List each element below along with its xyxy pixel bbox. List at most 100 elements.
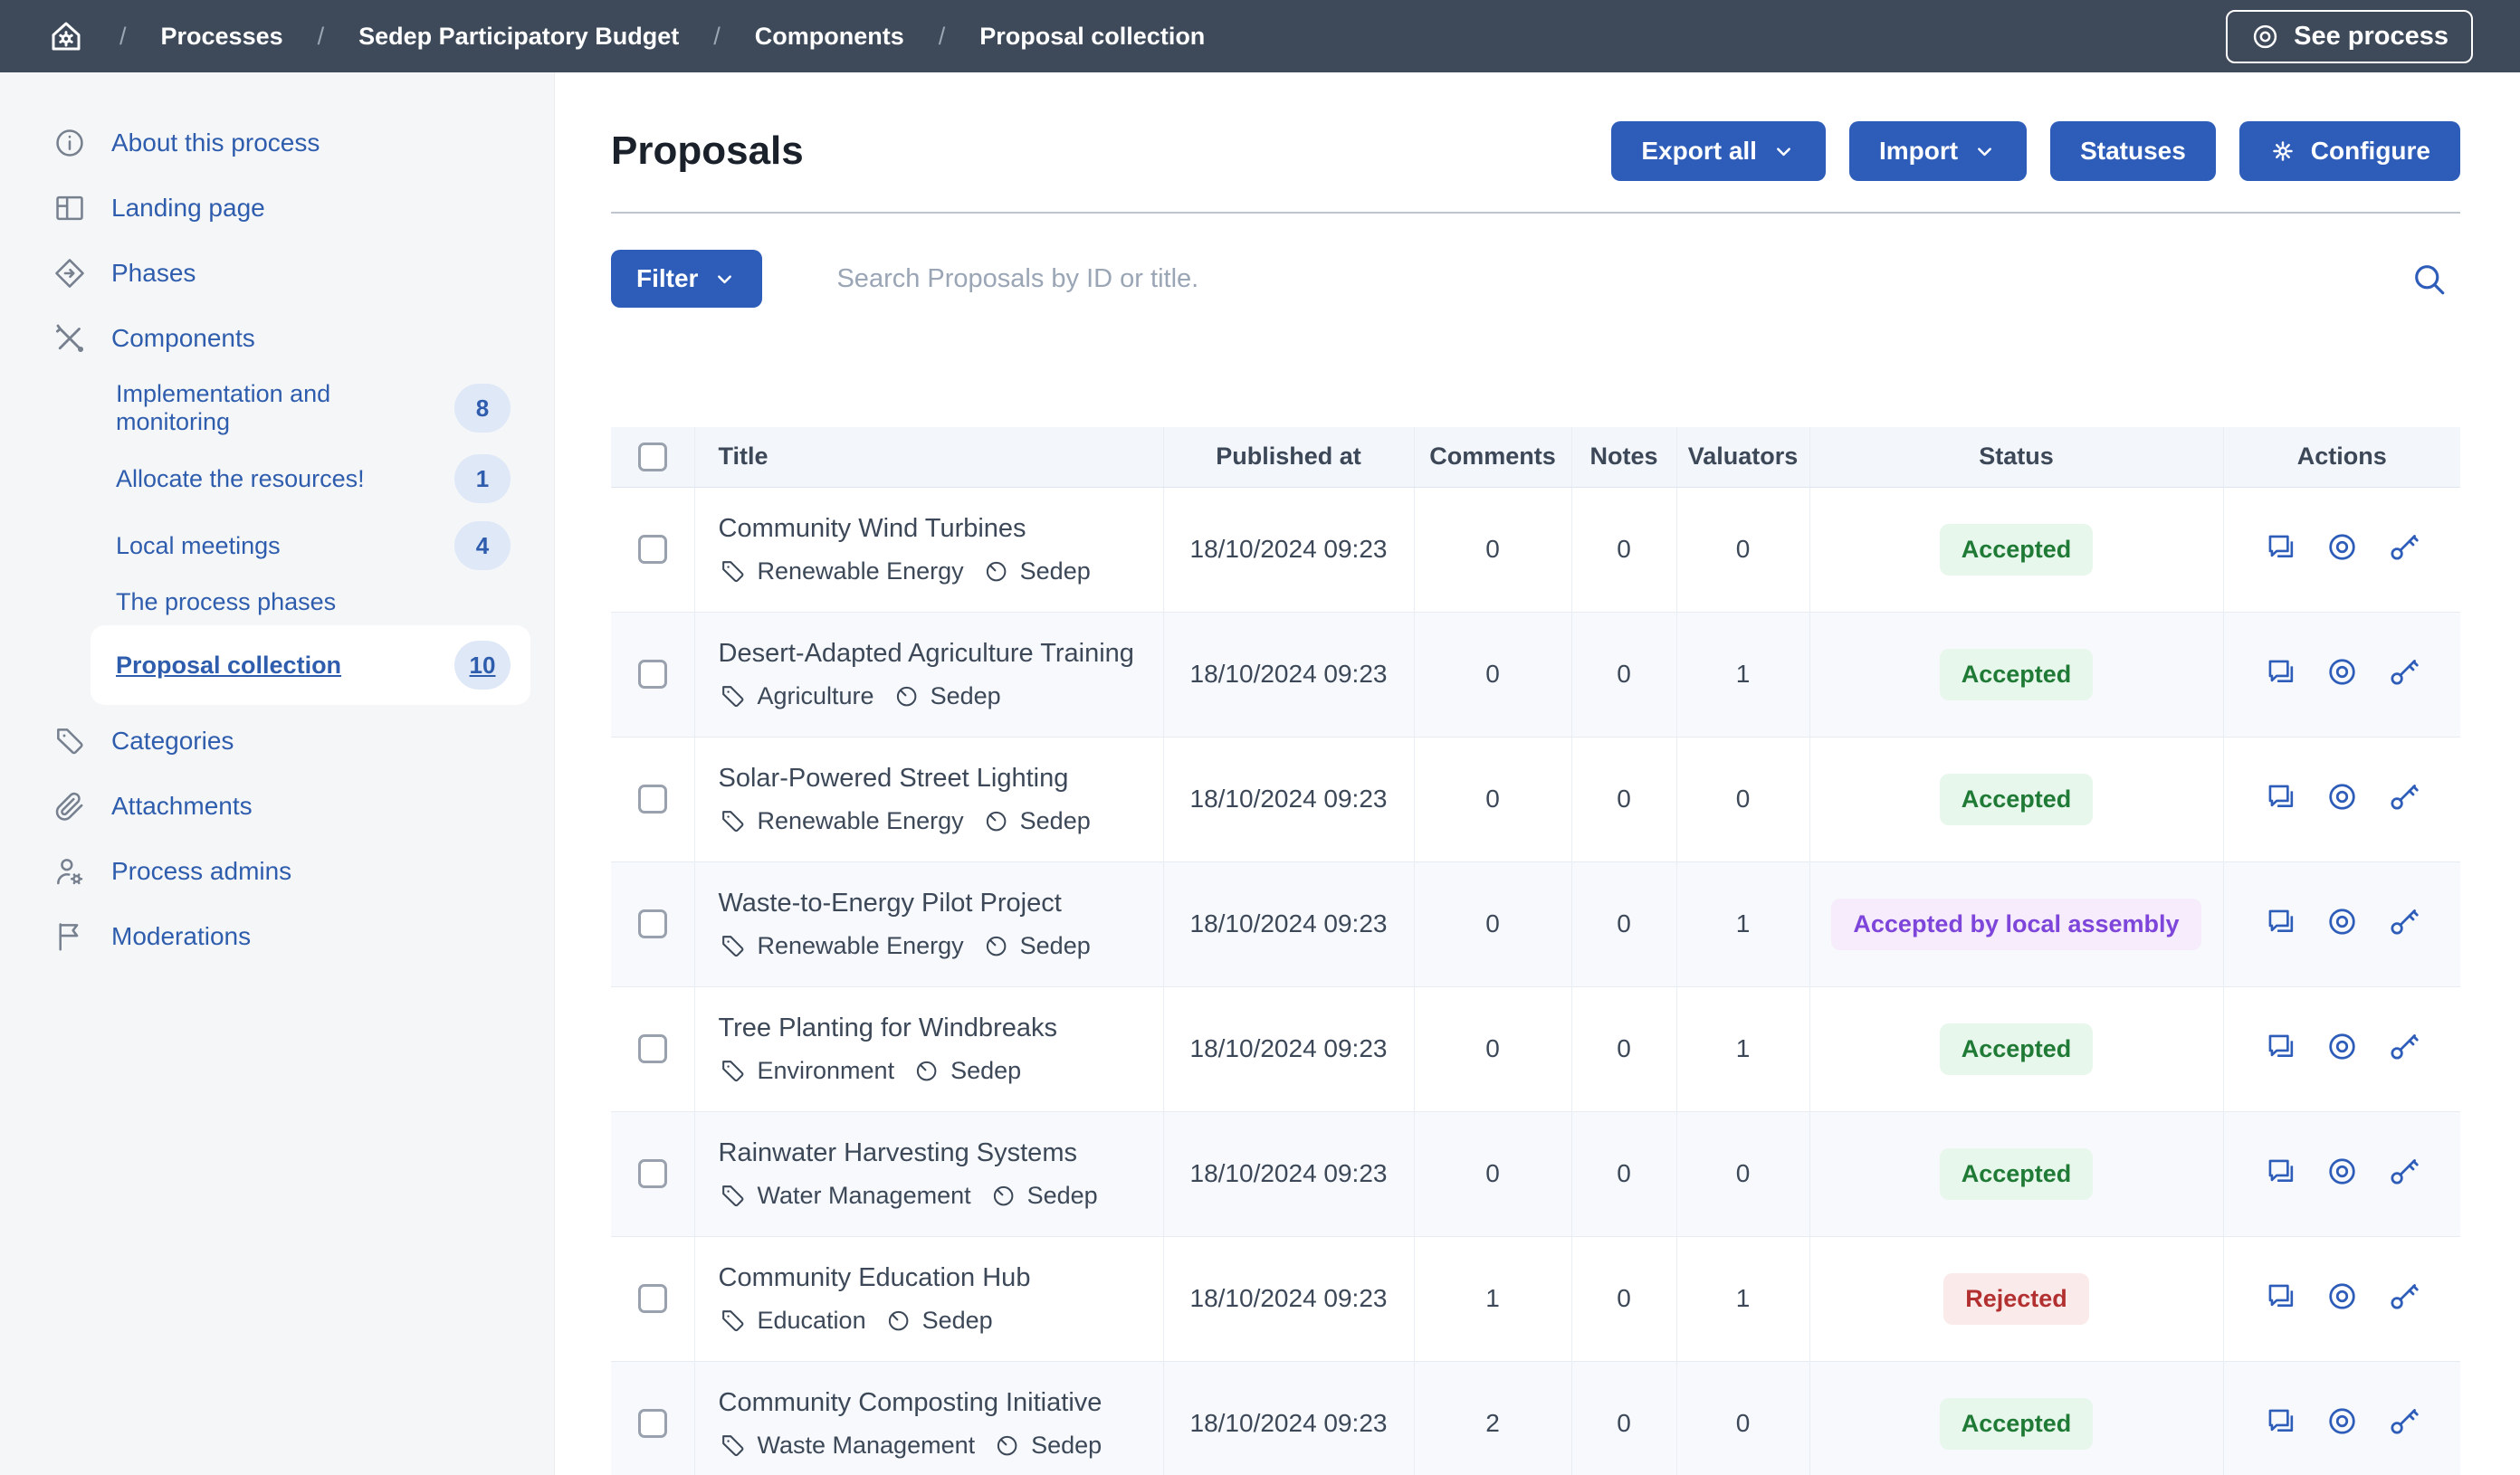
preview-eye-icon[interactable] bbox=[2325, 1030, 2359, 1063]
permissions-key-icon[interactable] bbox=[2387, 905, 2420, 938]
import-button[interactable]: Import bbox=[1849, 121, 2027, 181]
sidebar-item-components[interactable]: Components bbox=[0, 306, 554, 371]
sidebar-item-moderations[interactable]: Moderations bbox=[0, 904, 554, 969]
proposal-category: Renewable Energy bbox=[758, 932, 964, 960]
preview-eye-icon[interactable] bbox=[2325, 780, 2359, 814]
configure-button[interactable]: Configure bbox=[2239, 121, 2460, 181]
table-row[interactable]: Solar-Powered Street Lighting Renewable … bbox=[611, 737, 2460, 861]
answer-proposal-icon[interactable] bbox=[2264, 530, 2297, 564]
sidebar-item-about[interactable]: About this process bbox=[0, 110, 554, 176]
comments-count: 0 bbox=[1414, 487, 1571, 612]
breadcrumb-processes[interactable]: Processes bbox=[161, 23, 283, 51]
breadcrumb-separator: / bbox=[713, 23, 721, 51]
filter-button[interactable]: Filter bbox=[611, 250, 762, 308]
proposal-title[interactable]: Community Education Hub bbox=[719, 1263, 1162, 1293]
permissions-key-icon[interactable] bbox=[2387, 780, 2420, 814]
proposal-title[interactable]: Community Wind Turbines bbox=[719, 514, 1162, 544]
count-badge: 1 bbox=[454, 454, 511, 503]
proposals-table: Title Published at Comments Notes Valuat… bbox=[611, 427, 2460, 1475]
permissions-key-icon[interactable] bbox=[2387, 1280, 2420, 1313]
column-header-status: Status bbox=[1809, 427, 2223, 487]
answer-proposal-icon[interactable] bbox=[2264, 1155, 2297, 1188]
preview-eye-icon[interactable] bbox=[2325, 1404, 2359, 1438]
permissions-key-icon[interactable] bbox=[2387, 1155, 2420, 1188]
row-checkbox[interactable] bbox=[638, 1284, 667, 1313]
answer-proposal-icon[interactable] bbox=[2264, 1404, 2297, 1438]
table-row[interactable]: Tree Planting for Windbreaks Environment bbox=[611, 986, 2460, 1111]
column-header-notes: Notes bbox=[1571, 427, 1676, 487]
permissions-key-icon[interactable] bbox=[2387, 655, 2420, 689]
table-row[interactable]: Community Education Hub Education bbox=[611, 1236, 2460, 1361]
statuses-button[interactable]: Statuses bbox=[2050, 121, 2216, 181]
sidebar-item-landing-page[interactable]: Landing page bbox=[0, 176, 554, 241]
proposal-category: Environment bbox=[758, 1057, 895, 1085]
sidebar-item-local-meetings[interactable]: Local meetings 4 bbox=[91, 512, 530, 579]
scope-icon bbox=[982, 932, 1009, 959]
status-badge: Accepted bbox=[1940, 1023, 2094, 1075]
breadcrumb-current[interactable]: Proposal collection bbox=[979, 23, 1205, 51]
permissions-key-icon[interactable] bbox=[2387, 1030, 2420, 1063]
search-input[interactable] bbox=[762, 263, 2410, 295]
preview-eye-icon[interactable] bbox=[2325, 905, 2359, 938]
proposal-title[interactable]: Solar-Powered Street Lighting bbox=[719, 764, 1162, 794]
column-header-comments: Comments bbox=[1414, 427, 1571, 487]
preview-eye-icon[interactable] bbox=[2325, 655, 2359, 689]
status-badge: Accepted bbox=[1940, 524, 2094, 576]
published-at-value: 18/10/2024 09:23 bbox=[1163, 737, 1414, 861]
proposal-title[interactable]: Community Composting Initiative bbox=[719, 1388, 1162, 1418]
permissions-key-icon[interactable] bbox=[2387, 530, 2420, 564]
row-checkbox[interactable] bbox=[638, 1034, 667, 1063]
row-checkbox[interactable] bbox=[638, 535, 667, 564]
table-body: Community Wind Turbines Renewable Energy bbox=[611, 487, 2460, 1475]
answer-proposal-icon[interactable] bbox=[2264, 1280, 2297, 1313]
proposal-title[interactable]: Waste-to-Energy Pilot Project bbox=[719, 889, 1162, 918]
preview-eye-icon[interactable] bbox=[2325, 1280, 2359, 1313]
sidebar-item-label: Components bbox=[111, 324, 255, 353]
chevron-down-icon bbox=[712, 267, 737, 291]
sidebar-item-proposal-collection[interactable]: Proposal collection 10 bbox=[91, 625, 530, 705]
breadcrumb-process-name[interactable]: Sedep Participatory Budget bbox=[358, 23, 679, 51]
answer-proposal-icon[interactable] bbox=[2264, 655, 2297, 689]
sidebar-item-attachments[interactable]: Attachments bbox=[0, 774, 554, 839]
category-tag-icon bbox=[719, 807, 747, 835]
breadcrumb-components[interactable]: Components bbox=[755, 23, 904, 51]
table-row[interactable]: Desert-Adapted Agriculture Training Agri… bbox=[611, 612, 2460, 737]
preview-eye-icon[interactable] bbox=[2325, 1155, 2359, 1188]
sidebar-item-categories[interactable]: Categories bbox=[0, 709, 554, 774]
table-row[interactable]: Community Composting Initiative Waste Ma… bbox=[611, 1361, 2460, 1475]
gear-icon bbox=[2269, 138, 2296, 165]
see-process-button[interactable]: See process bbox=[2226, 10, 2473, 63]
scope-icon bbox=[982, 557, 1009, 585]
table-row[interactable]: Community Wind Turbines Renewable Energy bbox=[611, 487, 2460, 612]
answer-proposal-icon[interactable] bbox=[2264, 905, 2297, 938]
sidebar-item-process-admins[interactable]: Process admins bbox=[0, 839, 554, 904]
home-icon[interactable] bbox=[47, 17, 85, 55]
eye-icon bbox=[2250, 22, 2280, 52]
sidebar-item-allocate-resources[interactable]: Allocate the resources! 1 bbox=[91, 445, 530, 512]
row-checkbox[interactable] bbox=[638, 1159, 667, 1188]
row-checkbox[interactable] bbox=[638, 909, 667, 938]
answer-proposal-icon[interactable] bbox=[2264, 1030, 2297, 1063]
select-all-checkbox[interactable] bbox=[638, 442, 667, 471]
sidebar-item-process-phases[interactable]: The process phases bbox=[91, 579, 530, 625]
row-checkbox[interactable] bbox=[638, 660, 667, 689]
proposal-tags: Education Sedep bbox=[719, 1307, 1162, 1335]
category-tag-icon bbox=[719, 557, 747, 585]
row-actions bbox=[2264, 1280, 2420, 1313]
table-row[interactable]: Waste-to-Energy Pilot Project Renewable … bbox=[611, 861, 2460, 986]
answer-proposal-icon[interactable] bbox=[2264, 780, 2297, 814]
proposal-title[interactable]: Desert-Adapted Agriculture Training bbox=[719, 639, 1162, 669]
export-all-button[interactable]: Export all bbox=[1611, 121, 1826, 181]
row-checkbox[interactable] bbox=[638, 1409, 667, 1438]
table-row[interactable]: Rainwater Harvesting Systems Water Manag… bbox=[611, 1111, 2460, 1236]
preview-eye-icon[interactable] bbox=[2325, 530, 2359, 564]
proposal-title[interactable]: Tree Planting for Windbreaks bbox=[719, 1013, 1162, 1043]
row-checkbox[interactable] bbox=[638, 785, 667, 814]
permissions-key-icon[interactable] bbox=[2387, 1404, 2420, 1438]
proposal-title[interactable]: Rainwater Harvesting Systems bbox=[719, 1138, 1162, 1168]
search-icon[interactable] bbox=[2410, 260, 2448, 298]
row-actions bbox=[2264, 530, 2420, 564]
sidebar-item-phases[interactable]: Phases bbox=[0, 241, 554, 306]
sidebar-item-implementation-monitoring[interactable]: Implementation and monitoring 8 bbox=[91, 371, 530, 445]
chevron-down-icon bbox=[1771, 139, 1796, 164]
